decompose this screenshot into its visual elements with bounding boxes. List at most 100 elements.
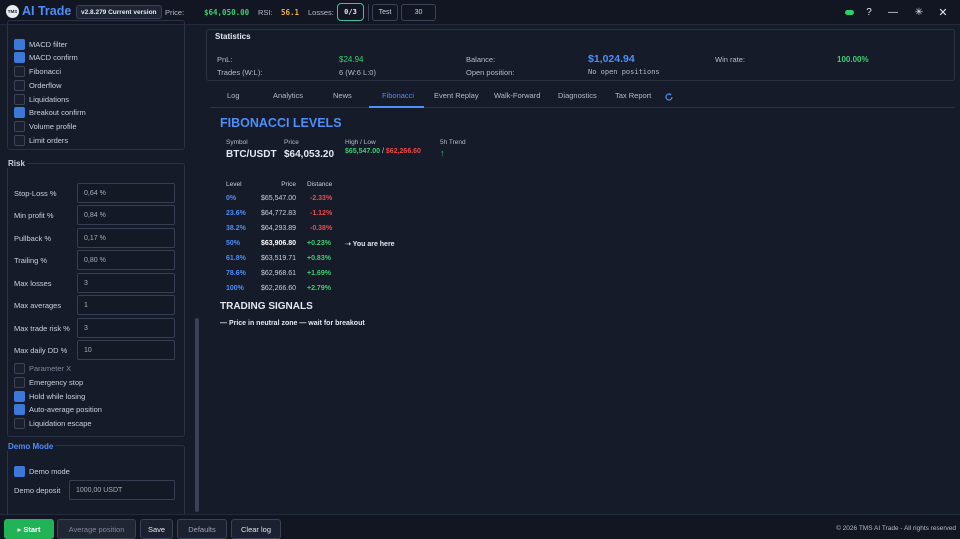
option-liquidation-escape[interactable]: Liquidation escape <box>14 417 92 429</box>
max-averages-row: Max averages 1 <box>14 295 175 315</box>
rsi-label: RSI: <box>258 8 273 17</box>
checkbox-label: Fibonacci <box>29 66 62 76</box>
checkbox[interactable] <box>14 79 25 91</box>
checkbox[interactable] <box>14 120 25 132</box>
symbol-label: Symbol <box>226 139 248 146</box>
max-daily-dd-row: Max daily DD % 10 <box>14 340 175 360</box>
checkbox[interactable] <box>14 51 25 63</box>
close-icon[interactable]: ✕ <box>936 5 950 19</box>
app-name: AI Trade <box>22 4 72 18</box>
trailing-row: Trailing % 0,80 % <box>14 250 175 270</box>
tab-diagnostics[interactable]: Diagnostics <box>558 91 597 100</box>
save-button[interactable]: Save <box>140 519 173 539</box>
tab-news[interactable]: News <box>333 91 352 100</box>
price-cell: $62,266.60 <box>260 285 296 292</box>
copyright-text: © 2026 TMS AI Trade - All rights reserve… <box>836 525 956 532</box>
max-averages-input[interactable]: 1 <box>77 295 175 315</box>
current-price-value: $64,053.20 <box>284 149 335 160</box>
field-label: Max trade risk % <box>14 323 70 333</box>
price-cell: $63,906.80 <box>260 240 296 247</box>
field-label: Demo deposit <box>14 485 61 495</box>
checkbox[interactable] <box>14 362 25 374</box>
defaults-button[interactable]: Defaults <box>177 519 227 539</box>
checkbox[interactable] <box>14 465 25 477</box>
fibonacci-title: FIBONACCI LEVELS <box>220 116 342 130</box>
tab-log[interactable]: Log <box>227 91 240 100</box>
field-label: Max losses <box>14 278 52 288</box>
tab-analytics[interactable]: Analytics <box>273 91 303 100</box>
pnl-value: $24.94 <box>339 55 364 64</box>
help-icon[interactable]: ? <box>862 5 876 19</box>
version-badge[interactable]: v2.8.279 Current version <box>76 5 162 19</box>
option-hold-while-losing[interactable]: Hold while losing <box>14 390 85 402</box>
filter-macd-filter[interactable]: MACD filter <box>14 38 67 50</box>
checkbox[interactable] <box>14 403 25 415</box>
option-parameter-x[interactable]: Parameter X <box>14 362 71 374</box>
filter-orderflow[interactable]: Orderflow <box>14 79 62 91</box>
distance-cell: -1.12% <box>310 210 333 217</box>
option-emergency-stop[interactable]: Emergency stop <box>14 376 83 388</box>
minimize-icon[interactable]: — <box>886 5 900 19</box>
pullback-row: Pullback % 0,17 % <box>14 228 175 248</box>
min-profit-input[interactable]: 0,84 % <box>77 205 175 225</box>
trailing-input[interactable]: 0,80 % <box>77 250 175 270</box>
test-button[interactable]: Test <box>372 4 398 21</box>
max-trade-risk-input[interactable]: 3 <box>77 318 175 338</box>
clear-log-button[interactable]: Clear log <box>231 519 281 539</box>
average-position-button[interactable]: Average position <box>57 519 136 539</box>
maximize-icon[interactable]: ✳ <box>912 5 926 19</box>
refresh-icon[interactable] <box>664 92 674 102</box>
checkbox-label: MACD filter <box>29 39 68 49</box>
checkbox[interactable] <box>14 134 25 146</box>
pnl-label: PnL: <box>217 55 233 64</box>
filter-limit-orders[interactable]: Limit orders <box>14 134 68 146</box>
checkbox[interactable] <box>14 106 25 118</box>
demo-deposit-input[interactable]: 1000,00 USDT <box>69 480 175 500</box>
toolbar-divider <box>368 4 369 21</box>
checkbox-label: Hold while losing <box>29 391 86 401</box>
filter-breakout-confirm[interactable]: Breakout confirm <box>14 106 86 118</box>
field-label: Max daily DD % <box>14 345 68 355</box>
filter-volume-profile[interactable]: Volume profile <box>14 120 77 132</box>
sidebar-scrollbar-thumb[interactable] <box>195 318 199 512</box>
tab-walk-forward[interactable]: Walk-Forward <box>494 91 540 100</box>
number-input[interactable]: 30 <box>401 4 436 21</box>
winrate-label: Win rate: <box>715 55 746 64</box>
tab-event-replay[interactable]: Event Replay <box>434 91 479 100</box>
tab-tax-report[interactable]: Tax Report <box>615 91 651 100</box>
signal-message: — Price in neutral zone — wait for break… <box>220 320 365 327</box>
start-button[interactable]: ▸ Start <box>4 519 54 539</box>
logo-text: TMS <box>7 9 18 14</box>
checkbox[interactable] <box>14 376 25 388</box>
stop-loss-input[interactable]: 0,64 % <box>77 183 175 203</box>
max-daily-dd-input[interactable]: 10 <box>77 340 175 360</box>
field-label: Max averages <box>14 300 62 310</box>
filter-liquidations[interactable]: Liquidations <box>14 93 69 105</box>
settings-sidebar: MACD filter MACD confirm Fibonacci Order… <box>0 20 200 532</box>
price-cell: $64,772.83 <box>260 210 296 217</box>
checkbox[interactable] <box>14 65 25 77</box>
distance-cell: +1.69% <box>307 270 331 277</box>
checkbox[interactable] <box>14 38 25 50</box>
option-auto-average[interactable]: Auto-average position <box>14 403 102 415</box>
filter-macd-confirm[interactable]: MACD confirm <box>14 51 78 63</box>
price-cell: $62,968.61 <box>260 270 296 277</box>
bottom-bar: ▸ Start Average position Save Defaults C… <box>0 514 960 539</box>
price-cell: $63,519.71 <box>260 255 296 262</box>
checkbox-label: Orderflow <box>29 80 62 90</box>
statistics-title: Statistics <box>215 32 251 41</box>
demo-mode-toggle[interactable]: Demo mode <box>14 465 70 477</box>
checkbox-label: Demo mode <box>29 466 70 476</box>
balance-value: $1,024.94 <box>588 53 635 65</box>
checkbox[interactable] <box>14 93 25 105</box>
checkbox[interactable] <box>14 417 25 429</box>
field-label: Stop-Loss % <box>14 188 57 198</box>
filter-fibonacci[interactable]: Fibonacci <box>14 65 61 77</box>
max-losses-input[interactable]: 3 <box>77 273 175 293</box>
checkbox[interactable] <box>14 390 25 402</box>
pullback-input[interactable]: 0,17 % <box>77 228 175 248</box>
tab-fibonacci[interactable]: Fibonacci <box>382 91 414 100</box>
checkbox-label: Liquidations <box>29 94 70 104</box>
active-tab-indicator <box>369 106 424 108</box>
trading-signals-title: TRADING SIGNALS <box>220 301 313 312</box>
